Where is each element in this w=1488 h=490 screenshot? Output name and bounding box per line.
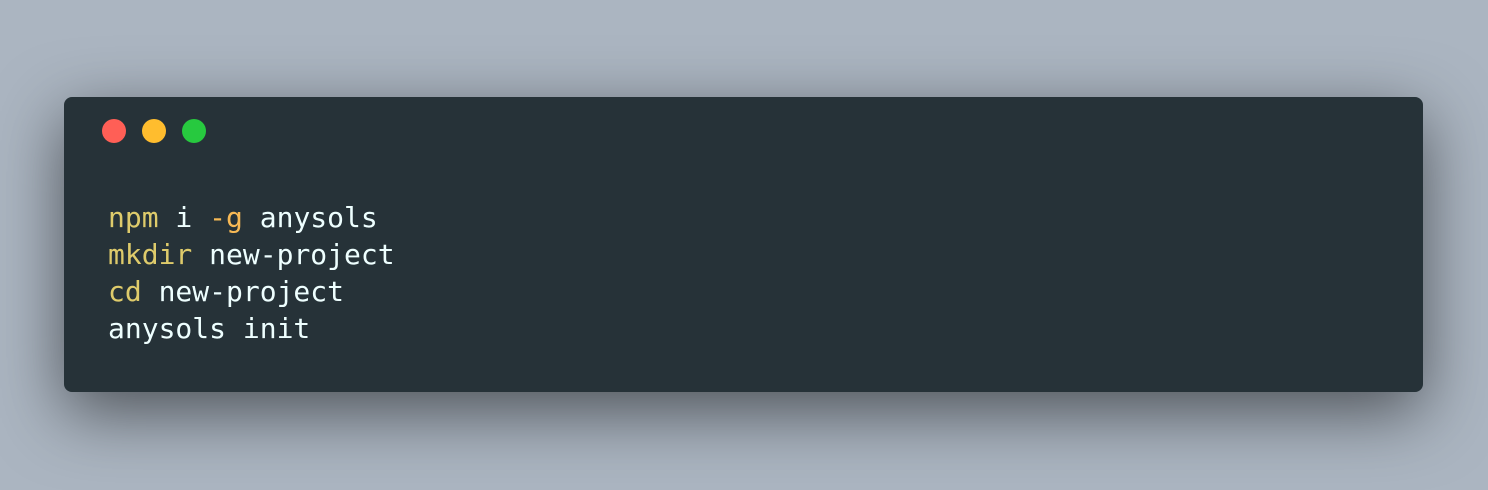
code-block: npm i -g anysols mkdir new-project cd new-… — [108, 199, 395, 347]
code-line: cd new-project — [108, 273, 395, 310]
argument: new-project — [141, 275, 345, 308]
code-window: npm i -g anysols mkdir new-project cd new-… — [64, 97, 1423, 392]
command: mkdir — [108, 238, 193, 271]
maximize-button[interactable] — [182, 119, 206, 143]
close-button[interactable] — [102, 119, 126, 143]
code-line: npm i -g anysols — [108, 199, 395, 236]
minimize-button[interactable] — [142, 119, 166, 143]
argument: i — [158, 201, 210, 234]
command: cd — [108, 275, 142, 308]
code-line: mkdir new-project — [108, 236, 395, 273]
command-text: anysols init — [108, 312, 311, 345]
argument: new-project — [192, 238, 395, 271]
argument: anysols — [242, 201, 378, 234]
code-line: anysols init — [108, 310, 395, 347]
flag: -g — [209, 201, 243, 234]
command: npm — [108, 201, 159, 234]
